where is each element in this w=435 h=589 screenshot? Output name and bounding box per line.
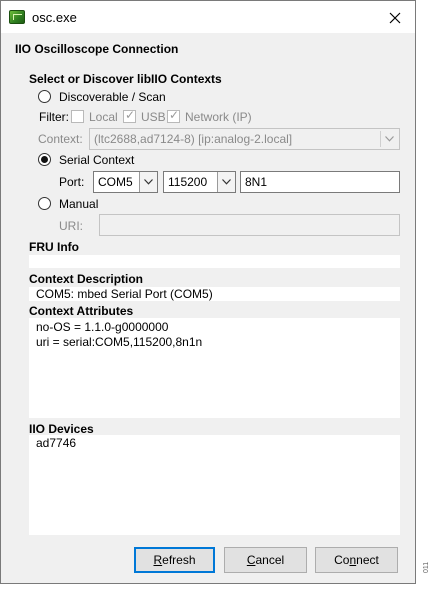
- baud-rate-value: 115200: [168, 175, 208, 189]
- title-bar: osc.exe: [1, 1, 415, 33]
- chevron-down-icon: [217, 172, 235, 192]
- figure-number: 011: [423, 561, 430, 573]
- context-attributes-heading: Context Attributes: [29, 304, 134, 318]
- close-icon: [389, 12, 401, 24]
- context-attribute-line: no-OS = 1.1.0-g0000000: [36, 320, 169, 334]
- close-button[interactable]: [382, 7, 408, 29]
- filter-network-checkbox[interactable]: ✓: [167, 108, 180, 123]
- context-attributes-field: no-OS = 1.1.0-g0000000 uri = serial:COM5…: [29, 318, 400, 418]
- uri-label: URI:: [59, 219, 83, 233]
- context-attribute-line: uri = serial:COM5,115200,8n1n: [36, 335, 203, 349]
- manual-label: Manual: [59, 197, 99, 211]
- port-label: Port:: [59, 175, 85, 189]
- check-icon: ✓: [169, 108, 180, 122]
- dialog-heading: IIO Oscilloscope Connection: [15, 42, 179, 56]
- filter-usb-checkbox[interactable]: ✓: [123, 108, 136, 123]
- discoverable-radio[interactable]: [38, 90, 51, 103]
- baud-rate-select[interactable]: 115200: [163, 171, 236, 193]
- uri-input[interactable]: [99, 214, 400, 236]
- fru-info-field: [29, 255, 400, 268]
- serial-context-label: Serial Context: [59, 153, 135, 167]
- app-icon: [9, 10, 25, 24]
- context-description-field: COM5: mbed Serial Port (COM5): [29, 287, 400, 301]
- filter-label: Filter:: [39, 110, 69, 124]
- port-value: COM5: [98, 175, 133, 189]
- serial-settings-input[interactable]: 8N1: [240, 171, 400, 193]
- iio-devices-list: ad7746: [29, 435, 400, 535]
- context-label: Context:: [38, 132, 83, 146]
- filter-network-label: Network (IP): [185, 110, 252, 124]
- window-title: osc.exe: [32, 10, 77, 25]
- select-contexts-heading: Select or Discover libIIO Contexts: [29, 72, 222, 86]
- refresh-button[interactable]: Refresh: [134, 547, 215, 573]
- cancel-button[interactable]: Cancel: [224, 547, 307, 573]
- port-select[interactable]: COM5: [93, 171, 158, 193]
- chevron-down-icon: [139, 172, 157, 192]
- serial-context-radio[interactable]: [38, 153, 51, 166]
- chevron-down-icon: [380, 131, 397, 147]
- context-value: (ltc2688,ad7124-8) [ip:analog-2.local]: [94, 132, 293, 146]
- discoverable-label: Discoverable / Scan: [59, 90, 166, 104]
- filter-local-checkbox[interactable]: [71, 110, 84, 123]
- serial-settings-value: 8N1: [245, 175, 268, 189]
- iio-device-item[interactable]: ad7746: [36, 436, 76, 450]
- context-description-heading: Context Description: [29, 272, 144, 286]
- iio-devices-heading: IIO Devices: [29, 422, 94, 436]
- check-icon: ✓: [125, 108, 136, 122]
- manual-radio[interactable]: [38, 197, 51, 210]
- fru-info-heading: FRU Info: [29, 240, 79, 254]
- filter-local-label: Local: [89, 110, 118, 124]
- filter-usb-label: USB: [141, 110, 166, 124]
- connect-button[interactable]: Connect: [315, 547, 398, 573]
- context-description-value: COM5: mbed Serial Port (COM5): [36, 287, 213, 301]
- dialog-window: osc.exe IIO Oscilloscope Connection Sele…: [0, 0, 416, 584]
- context-combobox[interactable]: (ltc2688,ad7124-8) [ip:analog-2.local]: [89, 128, 400, 150]
